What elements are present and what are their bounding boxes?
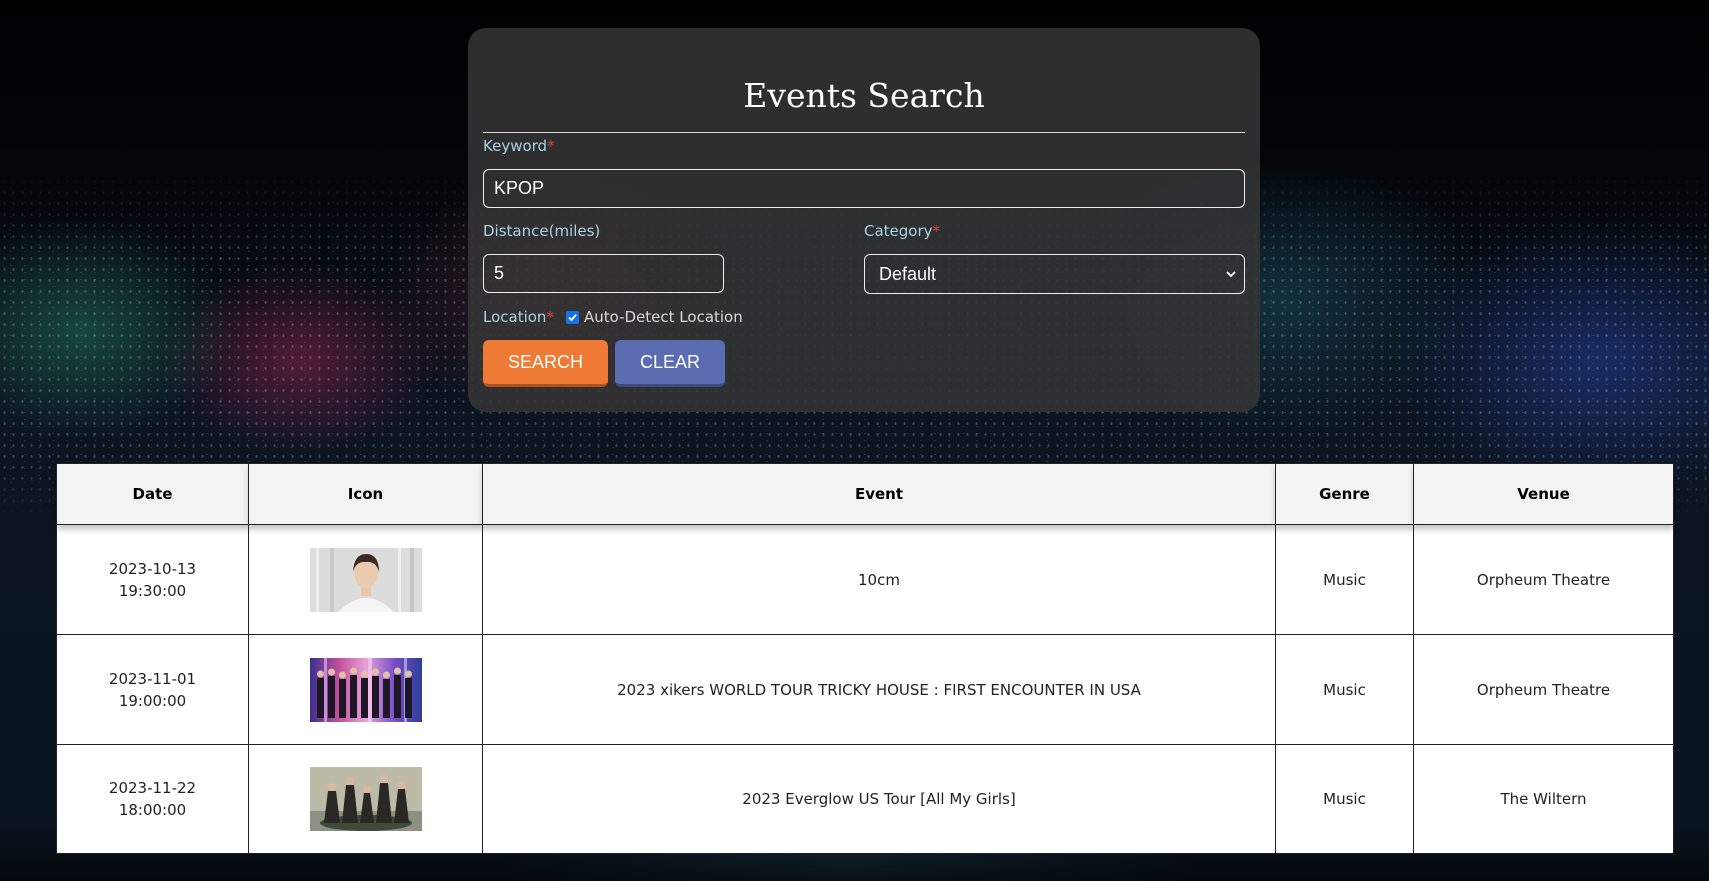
event-name-cell[interactable]: 2023 Everglow US Tour [All My Girls] [482, 744, 1276, 854]
column-header-icon: Icon [248, 463, 483, 525]
keyword-label: Keyword* [483, 136, 555, 156]
event-time: 18:00:00 [118, 801, 187, 819]
event-time: 19:30:00 [118, 581, 187, 600]
category-select[interactable]: Default [864, 254, 1245, 294]
portrait-thumbnail [309, 547, 422, 612]
column-header-genre[interactable]: Genre [1275, 463, 1414, 525]
column-header-date[interactable]: Date [56, 463, 249, 525]
category-label: Category* [864, 221, 940, 241]
results-table: Date Icon Event Genre Venue 2023-10-13 19… [56, 463, 1674, 854]
column-header-venue[interactable]: Venue [1413, 463, 1674, 525]
table-row: 2023-11-01 19:00:00 2023 xikers WORLD TO… [56, 634, 1674, 745]
location-label-text: Location [483, 308, 547, 326]
icon-cell [248, 634, 483, 745]
venue-cell: The Wiltern [1413, 744, 1674, 854]
keyword-label-text: Keyword [483, 137, 548, 155]
table-header-row: Date Icon Event Genre Venue [56, 463, 1674, 525]
category-selected-value: Default [879, 264, 937, 284]
distance-label: Distance(miles) [483, 222, 601, 240]
column-header-event[interactable]: Event [482, 463, 1276, 525]
event-date: 2023-10-13 [108, 559, 197, 578]
event-name-cell[interactable]: 2023 xikers WORLD TOUR TRICKY HOUSE : FI… [482, 634, 1276, 745]
table-row: 2023-11-22 18:00:00 2023 Everglow US Tou… [56, 744, 1674, 854]
category-label-text: Category [864, 222, 933, 240]
event-date: 2023-11-22 [108, 779, 197, 797]
venue-cell: Orpheum Theatre [1413, 634, 1674, 745]
keyword-input[interactable] [483, 169, 1245, 208]
chevron-down-icon [1226, 271, 1236, 278]
date-cell: 2023-11-01 19:00:00 [56, 634, 249, 745]
group-thumbnail [309, 657, 422, 722]
icon-cell [248, 744, 483, 854]
icon-cell [248, 524, 483, 635]
genre-cell: Music [1275, 524, 1414, 635]
checkmark-icon [568, 314, 577, 322]
genre-cell: Music [1275, 634, 1414, 745]
group-thumbnail [309, 767, 422, 831]
event-time: 19:00:00 [118, 691, 187, 710]
distance-input[interactable] [483, 254, 724, 293]
page-title: Events Search [743, 76, 985, 115]
auto-detect-label[interactable]: Auto-Detect Location [584, 307, 743, 327]
date-cell: 2023-10-13 19:30:00 [56, 524, 249, 635]
category-required-mark: * [932, 222, 941, 240]
venue-cell: Orpheum Theatre [1413, 524, 1674, 635]
event-name-cell[interactable]: 10cm [482, 524, 1276, 635]
title-divider [483, 132, 1245, 133]
genre-cell: Music [1275, 744, 1414, 854]
search-button[interactable]: SEARCH [483, 340, 608, 387]
keyword-required-mark: * [547, 137, 555, 155]
clear-button[interactable]: CLEAR [615, 340, 725, 387]
event-date: 2023-11-01 [108, 669, 197, 688]
table-row: 2023-10-13 19:30:00 10cm Music Orpheum Th… [56, 524, 1674, 635]
location-label: Location* [483, 307, 554, 327]
date-cell: 2023-11-22 18:00:00 [56, 744, 249, 854]
location-required-mark: * [546, 308, 554, 326]
auto-detect-checkbox[interactable] [566, 311, 579, 324]
